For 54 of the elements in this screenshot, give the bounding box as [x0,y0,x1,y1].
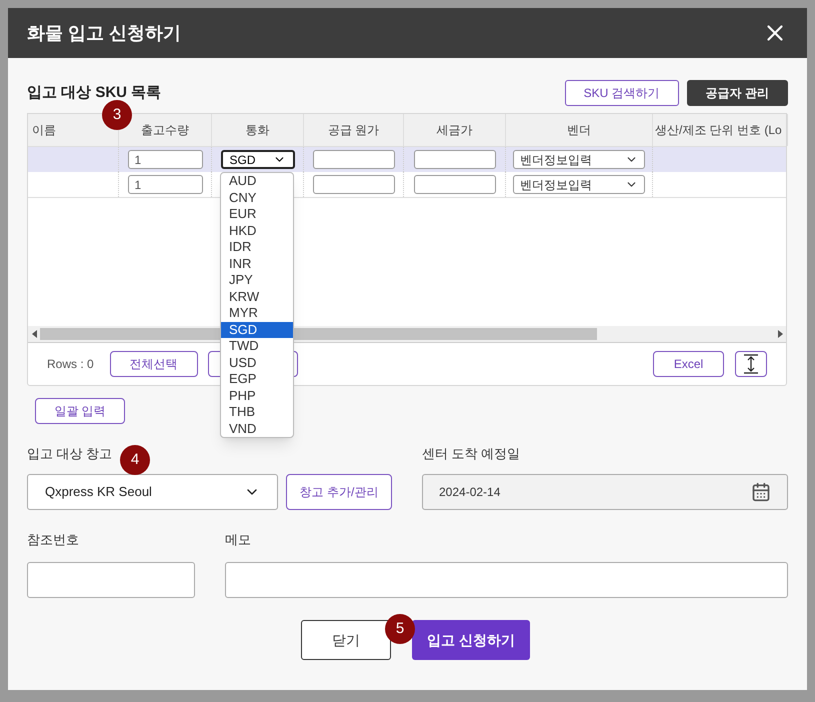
rows-count: Rows : 0 [47,356,94,373]
field-label: 입고 대상 창고 [27,445,112,463]
dialog-title: 화물 입고 신청하기 [27,22,182,44]
bulk-input-button[interactable]: 일괄 입력 [35,398,125,424]
vendor-select[interactable]: 벤더정보입력 [513,175,645,194]
column-header: 생산/제조 단위 번호 (Lo [653,114,788,146]
field-label: 메모 [225,531,252,549]
warehouse-select[interactable]: Qxpress KR Seoul [27,474,278,510]
currency-option[interactable]: JPY [221,272,293,288]
currency-option[interactable]: THB [221,404,293,420]
column-header: 공급 원가 [304,114,404,146]
vendor-select[interactable]: 벤더정보입력 [513,150,645,169]
currency-option[interactable]: HKD [221,222,293,239]
cost-input[interactable] [312,150,394,169]
tax-input[interactable] [414,175,496,194]
supplier-button[interactable]: 공급자 관리 [686,80,788,106]
currency-option[interactable]: AUD [221,173,293,190]
section-title: 입고 대상 SKU 목록 [27,82,162,102]
column-header: 세금가 [404,114,506,146]
currency-option[interactable]: TWD [221,338,293,354]
scroll-left-icon[interactable] [32,330,36,338]
reference-input[interactable] [27,562,195,598]
field-label: 참조번호 [27,531,80,549]
resize-button[interactable] [735,351,767,377]
currency-option[interactable]: MYR [221,305,293,322]
submit-button[interactable]: 입고 신청하기 [412,620,530,660]
tax-input[interactable] [414,150,496,169]
column-header: 통화 [212,114,304,146]
date-field[interactable]: 2024-02-14 [422,474,788,510]
scroll-right-icon[interactable] [778,330,782,338]
currency-option[interactable]: KRW [221,288,293,305]
cost-input[interactable] [312,175,394,194]
currency-option[interactable]: EUR [221,206,293,222]
currency-option[interactable]: EGP [221,371,293,388]
currency-option[interactable]: VND [221,420,293,437]
sku-search-button[interactable]: SKU 검색하기 [564,80,679,106]
currency-option[interactable]: USD [221,354,293,371]
quantity-input[interactable]: 1 [128,175,202,194]
quantity-input[interactable]: 1 [128,150,202,169]
currency-option[interactable]: SGD [221,322,293,338]
resize-icon [742,354,760,374]
column-header: 벤더 [506,114,653,146]
memo-input[interactable] [225,562,788,598]
currency-option[interactable]: PHP [221,388,293,404]
table-row[interactable]: 1 SGD 벤더정보입력 [28,147,786,172]
currency-option[interactable]: INR [221,256,293,272]
calendar-icon [751,482,771,502]
warehouse-manage-button[interactable]: 창고 추가/관리 [286,474,392,510]
currency-option[interactable]: IDR [221,239,293,256]
select-all-button[interactable]: 전체선택 [110,351,198,377]
excel-button[interactable]: Excel [653,351,724,377]
currency-select[interactable]: SGD [220,150,294,169]
field-label: 센터 도착 예정일 [422,445,520,463]
close-dialog-button[interactable]: 닫기 [301,620,391,660]
